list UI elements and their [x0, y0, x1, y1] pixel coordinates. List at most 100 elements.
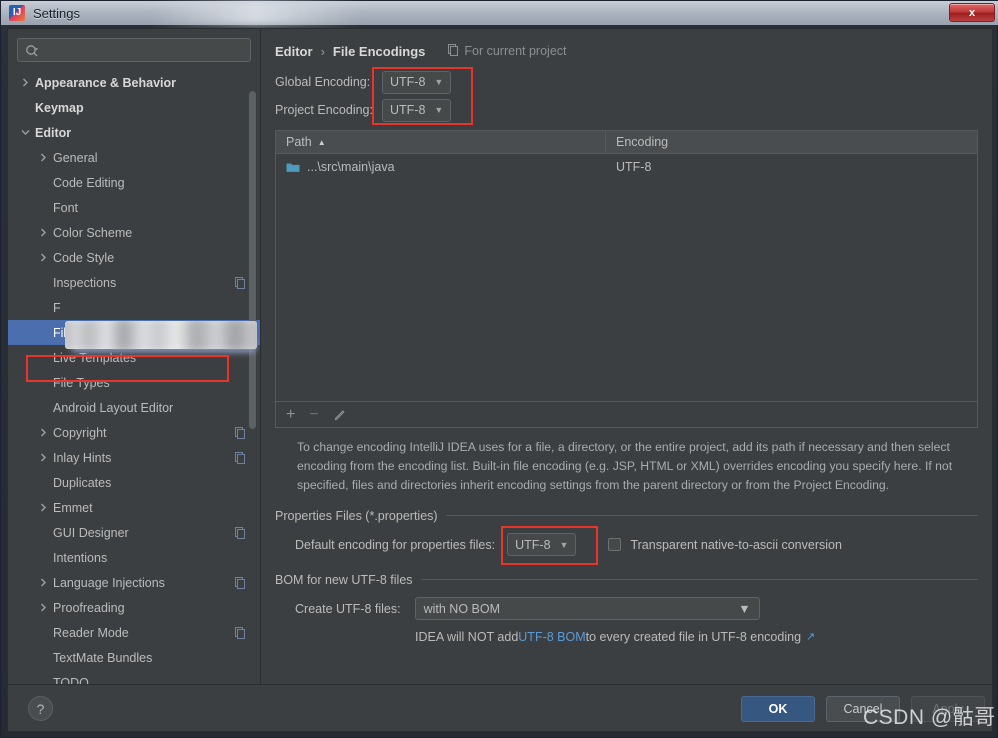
chevron-right-icon[interactable]: [38, 452, 49, 463]
close-icon[interactable]: x: [949, 3, 995, 22]
bom-note-row: IDEA will NOT add UTF-8 BOM to every cre…: [275, 623, 978, 651]
sidebar-item-inlay-hints[interactable]: Inlay Hints: [8, 445, 260, 470]
chevron-right-icon[interactable]: [20, 77, 31, 88]
sidebar-item-android-layout-editor[interactable]: Android Layout Editor: [8, 395, 260, 420]
properties-files-header: Properties Files (*.properties): [275, 509, 978, 523]
chevron-right-icon[interactable]: [38, 227, 49, 238]
sidebar-item-copyright[interactable]: Copyright: [8, 420, 260, 445]
sidebar-item-appearance-behavior[interactable]: Appearance & Behavior: [8, 70, 260, 95]
sidebar-item-todo[interactable]: TODO: [8, 670, 260, 685]
sidebar-item-f[interactable]: F: [8, 295, 260, 320]
global-encoding-value: UTF-8: [390, 75, 426, 89]
chevron-right-icon[interactable]: [38, 602, 49, 613]
chevron-down-icon[interactable]: [20, 127, 31, 138]
external-link-icon[interactable]: ↗: [806, 630, 815, 643]
sidebar-item-label: Android Layout Editor: [53, 400, 174, 415]
bom-section-title: BOM for new UTF-8 files: [275, 572, 413, 587]
sidebar-item-code-editing[interactable]: Code Editing: [8, 170, 260, 195]
cancel-button[interactable]: Cancel: [826, 696, 900, 722]
project-encoding-value: UTF-8: [390, 103, 426, 117]
sidebar-item-keymap[interactable]: Keymap: [8, 95, 260, 120]
encoding-description: To change encoding IntelliJ IDEA uses fo…: [297, 440, 953, 492]
settings-sidebar: Appearance & Behavior Keymap Editor General…: [8, 29, 261, 684]
sidebar-item-label: Emmet: [53, 500, 93, 515]
default-properties-encoding-combo[interactable]: UTF-8 ▼: [507, 533, 577, 557]
copy-scope-icon: [234, 626, 246, 639]
page-title: File Encodings: [332, 43, 426, 59]
remove-path-button[interactable]: −: [309, 406, 318, 424]
copy-scope-icon: [234, 451, 246, 464]
chevron-down-icon: ▼: [738, 601, 751, 616]
default-properties-encoding-label: Default encoding for properties files:: [295, 537, 496, 552]
search-input[interactable]: [17, 38, 251, 62]
sidebar-scrollbar[interactable]: [249, 91, 256, 429]
dialog-footer: ? OK Cancel Apply: [7, 685, 993, 732]
bom-section: BOM for new UTF-8 files Create UTF-8 fil…: [275, 573, 978, 651]
utf8-bom-link[interactable]: UTF-8 BOM: [518, 630, 585, 644]
help-button[interactable]: ?: [28, 696, 53, 721]
column-header-path-label: Path: [286, 135, 312, 149]
project-encoding-combo[interactable]: UTF-8 ▼: [382, 98, 452, 122]
sidebar-item-emmet[interactable]: Emmet: [8, 495, 260, 520]
sidebar-item-label: GUI Designer: [53, 525, 129, 540]
chevron-down-icon: ▼: [559, 539, 569, 550]
sidebar-item-duplicates[interactable]: Duplicates: [8, 470, 260, 495]
create-utf8-files-label: Create UTF-8 files:: [295, 601, 401, 616]
chevron-right-icon[interactable]: [38, 427, 49, 438]
title-bar-blurred-region: [151, 1, 361, 25]
file-encodings-panel: Editor › File Encodings For current proj…: [261, 29, 992, 684]
table-row[interactable]: ...\src\main\java UTF-8: [276, 154, 977, 180]
sidebar-item-language-injections[interactable]: Language Injections: [8, 570, 260, 595]
sidebar-item-label: Appearance & Behavior: [35, 75, 177, 90]
sidebar-item-code-style[interactable]: Code Style: [8, 245, 260, 270]
sidebar-item-inspections[interactable]: Inspections: [8, 270, 260, 295]
project-encoding-label: Project Encoding:: [275, 103, 373, 117]
sidebar-item-reader-mode[interactable]: Reader Mode: [8, 620, 260, 645]
sidebar-item-textmate-bundles[interactable]: TextMate Bundles: [8, 645, 260, 670]
create-utf8-files-combo[interactable]: with NO BOM ▼: [414, 597, 760, 621]
apply-button[interactable]: Apply: [911, 696, 985, 722]
search-field-wrapper: [8, 29, 260, 66]
chevron-right-icon[interactable]: [38, 502, 49, 513]
sidebar-item-label: Code Style: [53, 250, 115, 265]
censored-tooltip-overlay: [65, 321, 257, 349]
chevron-right-icon[interactable]: [38, 152, 49, 163]
table-cell-encoding[interactable]: UTF-8: [606, 160, 651, 174]
transparent-native-to-ascii-checkbox[interactable]: [608, 538, 622, 552]
window-title-bar: IJ Settings x: [1, 1, 998, 25]
settings-tree: Appearance & Behavior Keymap Editor General…: [8, 70, 260, 684]
sidebar-item-color-scheme[interactable]: Color Scheme: [8, 220, 260, 245]
sidebar-item-label: Code Editing: [53, 175, 125, 190]
sidebar-item-label: Copyright: [53, 425, 107, 440]
sidebar-item-gui-designer[interactable]: GUI Designer: [8, 520, 260, 545]
sidebar-item-editor[interactable]: Editor: [8, 120, 260, 145]
path-encoding-table: Path ▲ Encoding ...\src\main\java UTF-8: [275, 130, 978, 402]
sidebar-item-label: Editor: [35, 125, 72, 140]
breadcrumb-separator: ›: [320, 43, 325, 59]
create-utf8-files-row: Create UTF-8 files: with NO BOM ▼: [275, 595, 978, 623]
chevron-right-icon[interactable]: [38, 577, 49, 588]
sidebar-item-label: F: [53, 300, 61, 315]
chevron-down-icon: ▼: [434, 77, 444, 87]
censored-tooltip-blur: [65, 321, 257, 349]
table-cell-path-label: ...\src\main\java: [307, 160, 395, 174]
chevron-right-icon[interactable]: [38, 252, 49, 263]
sidebar-item-label: Keymap: [35, 100, 84, 115]
sidebar-item-file-types[interactable]: File Types: [8, 370, 260, 395]
global-encoding-combo[interactable]: UTF-8 ▼: [382, 70, 452, 94]
column-header-encoding[interactable]: Encoding: [606, 131, 668, 153]
table-cell-path: ...\src\main\java: [276, 160, 606, 174]
sidebar-item-label: Inlay Hints: [53, 450, 112, 465]
add-path-button[interactable]: +: [286, 406, 295, 424]
column-header-path[interactable]: Path ▲: [276, 131, 606, 153]
breadcrumb-parent[interactable]: Editor: [275, 44, 313, 59]
sidebar-item-label: TODO: [53, 675, 89, 685]
sidebar-item-font[interactable]: Font: [8, 195, 260, 220]
copy-scope-icon: [234, 276, 246, 289]
sidebar-item-general[interactable]: General: [8, 145, 260, 170]
column-header-encoding-label: Encoding: [616, 135, 669, 149]
sidebar-item-proofreading[interactable]: Proofreading: [8, 595, 260, 620]
ok-button[interactable]: OK: [741, 696, 815, 722]
edit-path-icon[interactable]: [333, 408, 347, 422]
sidebar-item-intentions[interactable]: Intentions: [8, 545, 260, 570]
